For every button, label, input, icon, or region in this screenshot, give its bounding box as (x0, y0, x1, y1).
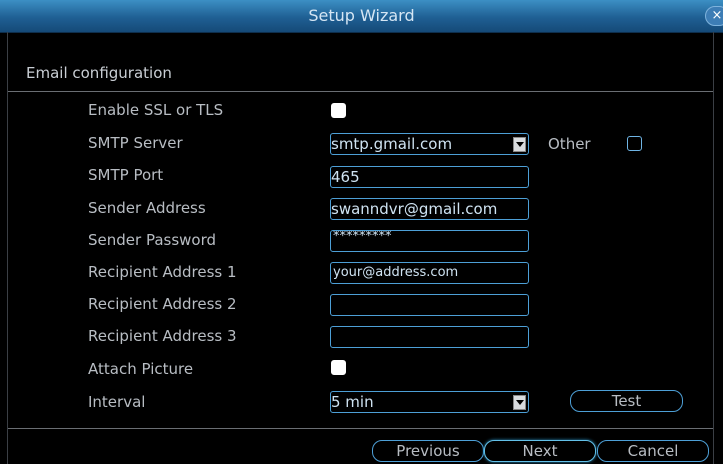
cancel-button[interactable]: Cancel (597, 440, 709, 462)
sender-address-input[interactable]: swanndvr@gmail.com (330, 198, 529, 220)
interval-value: 5 min (331, 393, 374, 411)
sender-password-value: ********* (333, 230, 392, 244)
smtp-server-select[interactable]: smtp.gmail.com (330, 133, 529, 155)
recipient-2-input[interactable] (330, 294, 529, 316)
frame-left-border (7, 32, 8, 464)
smtp-port-input[interactable]: 465 (330, 166, 529, 188)
recipient-1-input[interactable]: your@address.com (330, 262, 529, 284)
recipient-2-label: Recipient Address 2 (88, 295, 237, 313)
section-title: Email configuration (26, 64, 172, 82)
chevron-down-icon[interactable] (513, 137, 526, 152)
sender-password-input[interactable]: ********* (330, 230, 529, 252)
previous-button[interactable]: Previous (372, 440, 484, 462)
attach-picture-label: Attach Picture (88, 360, 194, 378)
attach-picture-checkbox[interactable] (331, 360, 346, 375)
enable-ssl-checkbox[interactable] (331, 103, 346, 118)
sender-address-value: swanndvr@gmail.com (331, 200, 498, 218)
other-checkbox[interactable] (627, 136, 642, 151)
chevron-down-icon[interactable] (513, 395, 526, 410)
interval-label: Interval (88, 393, 146, 411)
smtp-server-value: smtp.gmail.com (331, 135, 453, 153)
recipient-1-value: your@address.com (333, 265, 459, 280)
smtp-port-label: SMTP Port (88, 166, 164, 184)
section-divider (8, 91, 713, 92)
sender-address-label: Sender Address (88, 199, 206, 217)
recipient-3-input[interactable] (330, 326, 529, 348)
sender-password-label: Sender Password (88, 231, 217, 249)
test-button[interactable]: Test (570, 390, 683, 412)
smtp-server-label: SMTP Server (88, 134, 183, 152)
other-label: Other (548, 135, 591, 153)
title-bar: Setup Wizard × (0, 0, 723, 33)
footer-divider (8, 428, 713, 429)
frame-right-border (713, 32, 714, 464)
recipient-3-label: Recipient Address 3 (88, 327, 237, 345)
close-icon: × (711, 8, 723, 23)
window-title: Setup Wizard (308, 6, 415, 25)
interval-select[interactable]: 5 min (330, 391, 529, 413)
smtp-port-value: 465 (331, 168, 360, 186)
enable-ssl-label: Enable SSL or TLS (88, 101, 224, 119)
recipient-1-label: Recipient Address 1 (88, 263, 237, 281)
next-button[interactable]: Next (484, 440, 596, 462)
close-button[interactable]: × (705, 6, 723, 26)
